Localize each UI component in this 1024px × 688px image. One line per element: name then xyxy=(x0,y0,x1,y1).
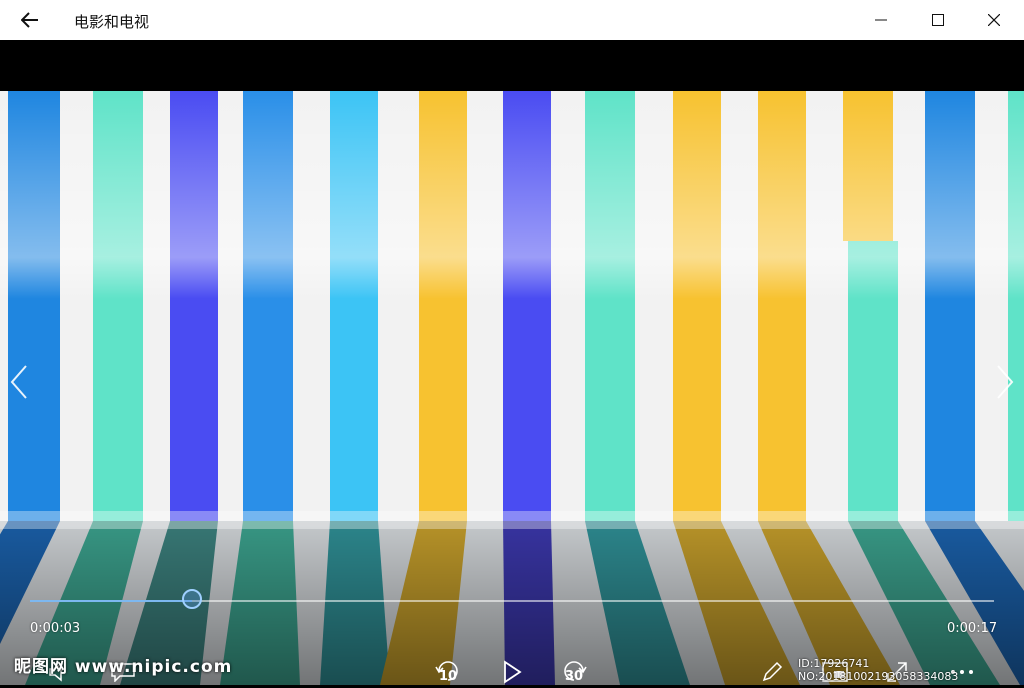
total-time: 0:00:17 xyxy=(947,621,998,636)
seek-progress xyxy=(30,600,192,602)
skip-back-button[interactable]: 10 xyxy=(428,656,468,688)
arrow-left-icon xyxy=(21,12,38,28)
minimize-button[interactable] xyxy=(853,0,909,40)
skip-back-label: 10 xyxy=(439,669,458,684)
close-icon xyxy=(988,14,1000,26)
skip-forward-label: 30 xyxy=(565,669,584,684)
close-button[interactable] xyxy=(966,0,1022,40)
edit-button[interactable] xyxy=(752,656,792,688)
letterbox-bar xyxy=(0,40,1024,91)
maximize-icon xyxy=(932,14,944,26)
site-watermark: 昵图网 www.nipic.com xyxy=(14,657,233,677)
previous-button[interactable] xyxy=(4,360,34,404)
chevron-left-icon xyxy=(10,365,27,399)
seek-thumb[interactable] xyxy=(181,589,202,609)
play-icon xyxy=(504,660,522,684)
next-button[interactable] xyxy=(990,360,1020,404)
maximize-button[interactable] xyxy=(910,0,966,40)
minimize-icon xyxy=(875,19,887,21)
current-time: 0:00:03 xyxy=(30,621,81,636)
window-title: 电影和电视 xyxy=(74,13,150,31)
skip-forward-button[interactable]: 30 xyxy=(554,656,594,688)
chevron-right-icon xyxy=(997,365,1014,399)
id-watermark: ID:17926741 NO:20181002193058334083 xyxy=(798,657,959,683)
pencil-icon xyxy=(762,661,783,682)
seek-bar[interactable] xyxy=(30,589,994,609)
title-bar: 电影和电视 xyxy=(0,0,1024,40)
play-button[interactable] xyxy=(492,656,532,688)
back-button[interactable] xyxy=(12,6,48,34)
